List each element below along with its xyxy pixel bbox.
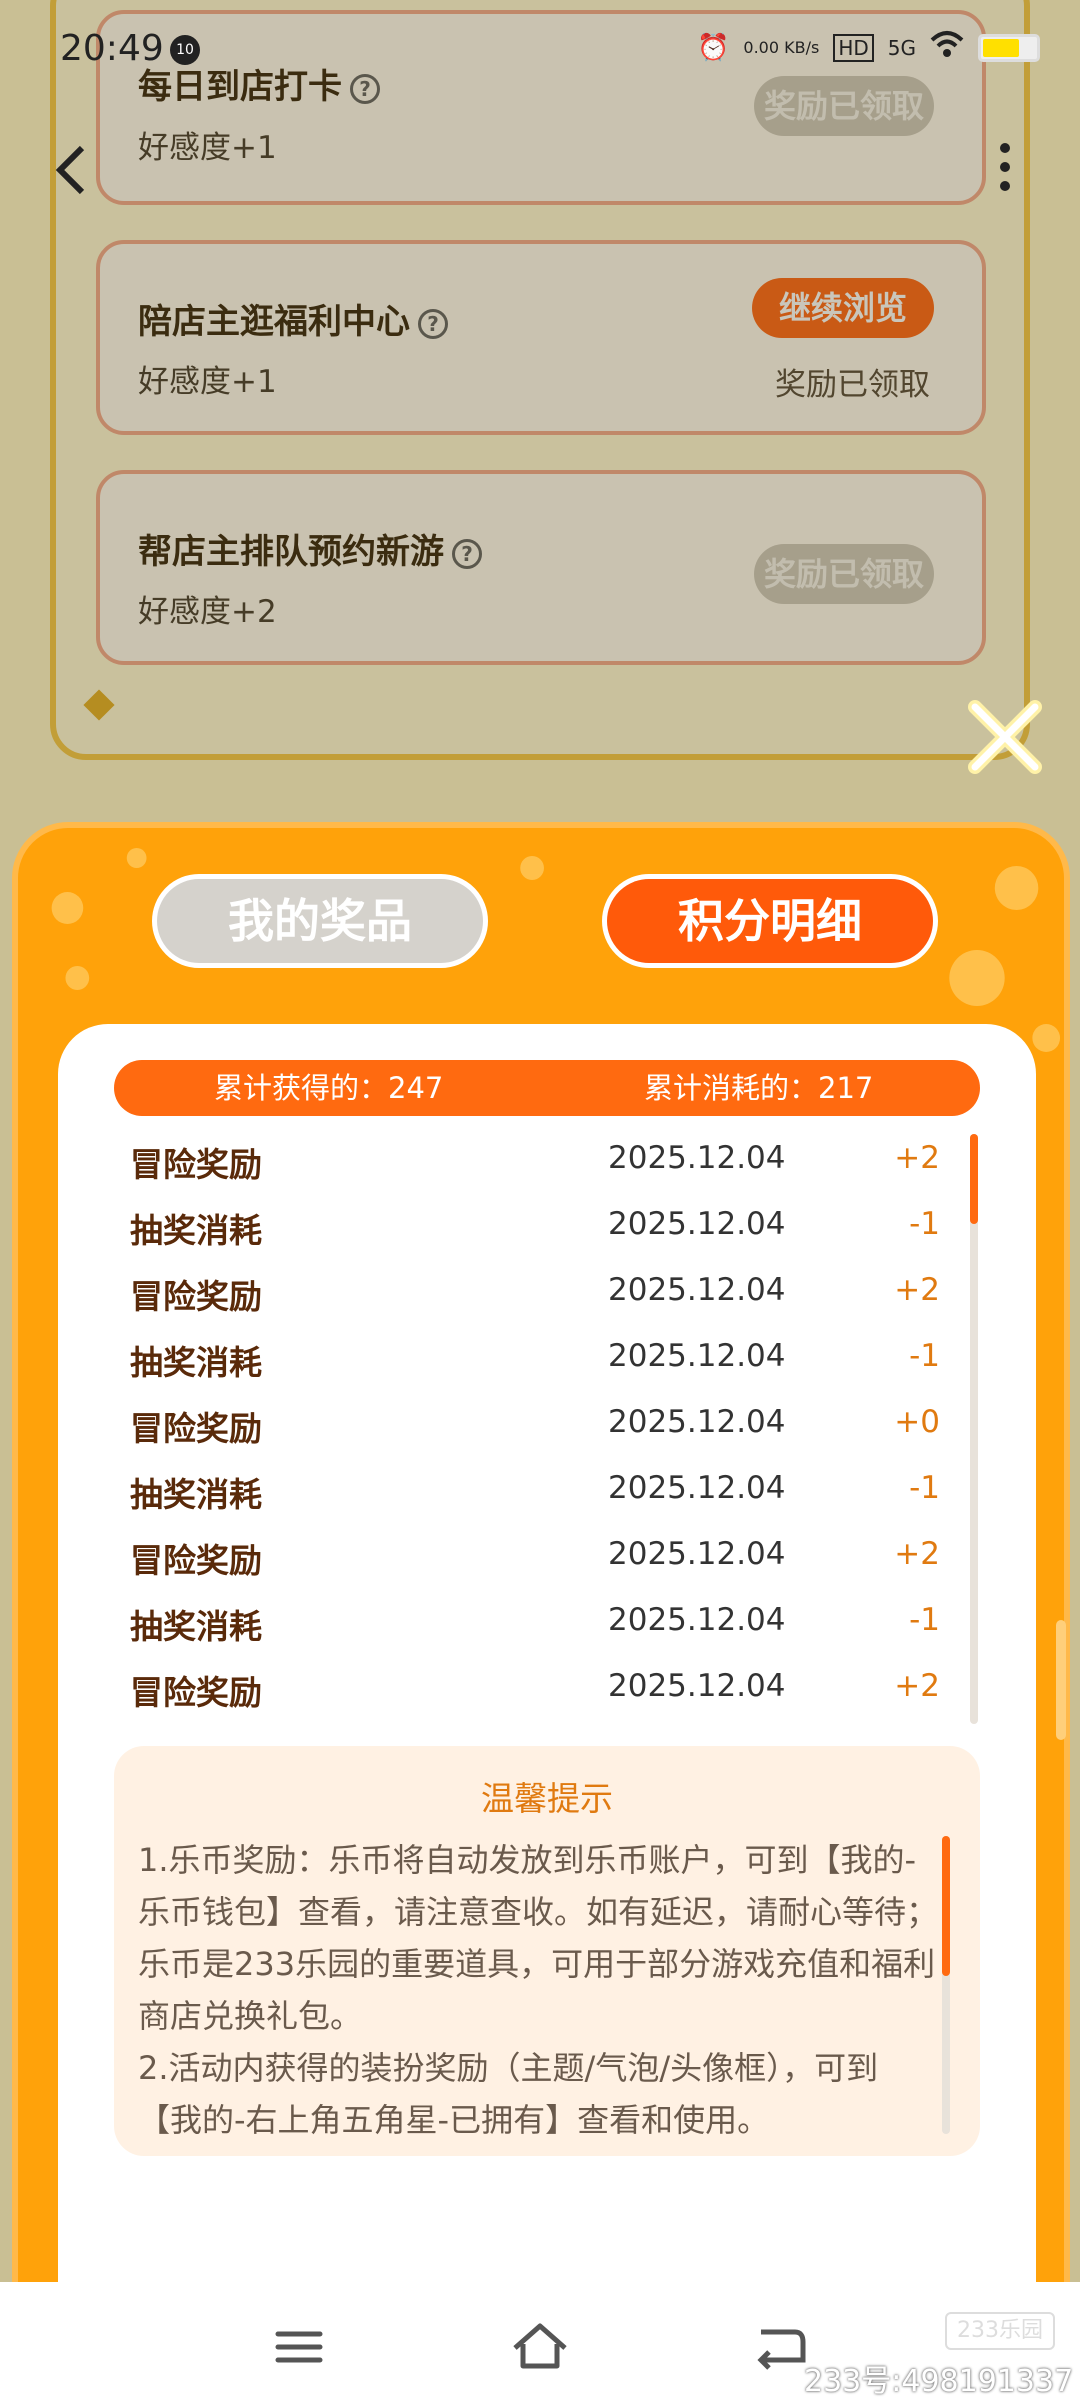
net-speed: 0.00 KB/s: [743, 37, 820, 57]
points-modal: 我的奖品 积分明细 累计获得的：247 累计消耗的：217 冒险奖励 2025.…: [12, 822, 1070, 2302]
record-delta: -1: [909, 1338, 940, 1374]
table-row: 冒险奖励 2025.12.04 +2: [130, 1130, 940, 1196]
signal-5g-icon: 5G: [887, 35, 916, 60]
record-delta: +2: [894, 1272, 940, 1308]
record-type: 抽奖消耗: [130, 1211, 262, 1250]
points-panel: 累计获得的：247 累计消耗的：217 冒险奖励 2025.12.04 +2 抽…: [58, 1024, 1036, 2296]
record-delta: -1: [909, 1206, 940, 1242]
record-delta: +2: [894, 1140, 940, 1176]
table-row: 冒险奖励 2025.12.04 +2: [130, 1658, 940, 1724]
battery-icon: [978, 33, 1040, 62]
record-type: 冒险奖励: [130, 1277, 262, 1316]
table-row: 抽奖消耗 2025.12.04 -1: [130, 1328, 940, 1394]
tips-box: 温馨提示 1.乐币奖励：乐币将自动发放到乐币账户，可到【我的-乐币钱包】查看，请…: [114, 1746, 980, 2156]
record-type: 冒险奖励: [130, 1541, 262, 1580]
hd-icon: HD: [833, 33, 874, 62]
tip-line: 2.活动内获得的装扮奖励（主题/气泡/头像框），可到【我的-右上角五角星-已拥有…: [138, 2049, 879, 2139]
record-delta: +0: [894, 1404, 940, 1440]
tab-points-detail[interactable]: 积分明细: [602, 874, 938, 968]
record-delta: -1: [909, 1602, 940, 1638]
record-date: 2025.12.04: [608, 1536, 786, 1572]
total-spent: 累计消耗的：217: [644, 1071, 874, 1105]
table-row: 冒险奖励 2025.12.04 +2: [130, 1262, 940, 1328]
record-date: 2025.12.04: [608, 1668, 786, 1704]
record-delta: +2: [894, 1668, 940, 1704]
record-list-scrollbar[interactable]: [970, 1134, 978, 1724]
wifi-icon: [930, 30, 964, 65]
record-date: 2025.12.04: [608, 1272, 786, 1308]
record-type: 冒险奖励: [130, 1673, 262, 1712]
record-type: 抽奖消耗: [130, 1343, 262, 1382]
points-summary-bar: 累计获得的：247 累计消耗的：217: [114, 1060, 980, 1116]
table-row: 抽奖消耗 2025.12.04 -1: [130, 1592, 940, 1658]
menu-icon[interactable]: [264, 2312, 334, 2382]
record-delta: +2: [894, 1536, 940, 1572]
page-scrollbar[interactable]: [1056, 1620, 1066, 1740]
tip-line: 1.乐币奖励：乐币将自动发放到乐币账户，可到【我的-乐币钱包】查看，请注意查收。…: [138, 1841, 939, 2035]
record-type: 抽奖消耗: [130, 1607, 262, 1646]
record-type: 冒险奖励: [130, 1409, 262, 1448]
close-icon[interactable]: [960, 692, 1050, 782]
table-row: 抽奖消耗 2025.12.04 -1: [130, 1196, 940, 1262]
table-row: 抽奖消耗 2025.12.04 -1: [130, 1460, 940, 1526]
alarm-icon: ⏰: [697, 32, 730, 63]
table-row: 冒险奖励 2025.12.04 +2: [130, 1526, 940, 1592]
tips-scrollbar[interactable]: [942, 1836, 950, 2134]
back-arrow-icon[interactable]: [50, 140, 90, 210]
record-type: 冒险奖励: [130, 1145, 262, 1184]
more-options-icon[interactable]: [998, 143, 1012, 199]
notification-badge: 10: [170, 35, 200, 65]
points-record-list[interactable]: 冒险奖励 2025.12.04 +2 抽奖消耗 2025.12.04 -1 冒险…: [130, 1130, 940, 1724]
status-icons: ⏰ 0.00 KB/s HD 5G: [697, 30, 1040, 65]
tab-my-prizes[interactable]: 我的奖品: [152, 874, 488, 968]
record-date: 2025.12.04: [608, 1206, 786, 1242]
record-date: 2025.12.04: [608, 1338, 786, 1374]
status-bar: 20:49 10 ⏰ 0.00 KB/s HD 5G: [0, 0, 1080, 90]
record-type: 抽奖消耗: [130, 1475, 262, 1514]
record-delta: -1: [909, 1470, 940, 1506]
clock: 20:49: [60, 28, 164, 69]
table-row: 冒险奖励 2025.12.04 +0: [130, 1394, 940, 1460]
tips-title: 温馨提示: [481, 1779, 613, 1818]
tips-body[interactable]: 1.乐币奖励：乐币将自动发放到乐币账户，可到【我的-乐币钱包】查看，请注意查收。…: [138, 1834, 938, 2146]
total-earned: 累计获得的：247: [214, 1071, 444, 1105]
record-date: 2025.12.04: [608, 1140, 786, 1176]
home-icon[interactable]: [505, 2312, 575, 2382]
record-date: 2025.12.04: [608, 1404, 786, 1440]
watermark-logo: 233乐园: [945, 2312, 1055, 2350]
watermark-text: 233号:498191337: [804, 2364, 1074, 2399]
record-date: 2025.12.04: [608, 1602, 786, 1638]
record-date: 2025.12.04: [608, 1470, 786, 1506]
